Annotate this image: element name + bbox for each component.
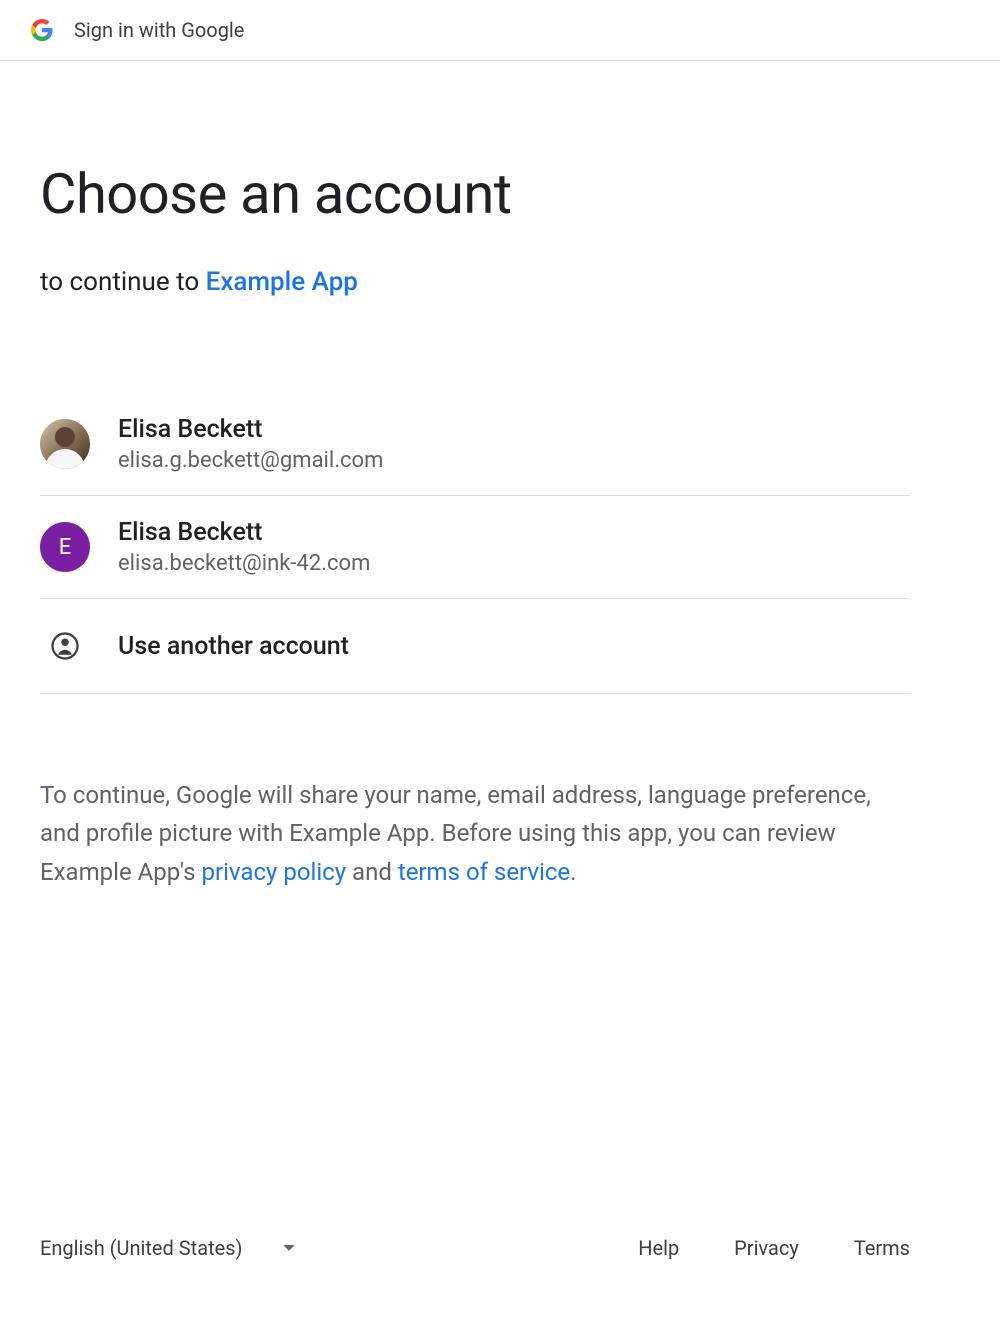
- person-circle-icon: [50, 631, 80, 661]
- terms-link[interactable]: Terms: [854, 1236, 910, 1260]
- privacy-policy-link[interactable]: privacy policy: [202, 858, 347, 886]
- account-name: Elisa Beckett: [118, 518, 370, 547]
- use-another-account-row[interactable]: Use another account: [40, 599, 910, 694]
- disclosure-text: To continue, Google will share your name…: [40, 776, 910, 891]
- account-email: elisa.g.beckett@gmail.com: [118, 448, 383, 473]
- app-name-link[interactable]: Example App: [206, 267, 358, 297]
- footer-links: Help Privacy Terms: [638, 1236, 910, 1260]
- avatar-photo: [40, 419, 90, 469]
- page-subheading: to continue to Example App: [40, 267, 960, 297]
- google-logo-icon: [30, 18, 54, 42]
- header-bar: Sign in with Google: [0, 0, 1000, 61]
- account-row-1[interactable]: E Elisa Beckett elisa.beckett@ink-42.com: [40, 496, 910, 599]
- language-label: English (United States): [40, 1236, 243, 1260]
- terms-of-service-link[interactable]: terms of service: [398, 858, 570, 886]
- dropdown-icon: [283, 1244, 295, 1252]
- account-email: elisa.beckett@ink-42.com: [118, 551, 370, 576]
- main-content: Choose an account to continue to Example…: [0, 61, 1000, 931]
- account-list: Elisa Beckett elisa.g.beckett@gmail.com …: [40, 393, 910, 694]
- footer: English (United States) Help Privacy Ter…: [40, 1236, 910, 1260]
- account-info: Elisa Beckett elisa.g.beckett@gmail.com: [118, 415, 383, 473]
- header-title: Sign in with Google: [74, 18, 244, 42]
- privacy-link[interactable]: Privacy: [734, 1236, 799, 1260]
- person-icon-wrapper: [40, 631, 90, 661]
- disclosure-part3: .: [570, 858, 576, 886]
- avatar-letter: E: [40, 522, 90, 572]
- account-row-0[interactable]: Elisa Beckett elisa.g.beckett@gmail.com: [40, 393, 910, 496]
- disclosure-part2: and: [346, 858, 398, 886]
- account-name: Elisa Beckett: [118, 415, 383, 444]
- help-link[interactable]: Help: [638, 1236, 679, 1260]
- account-info: Elisa Beckett elisa.beckett@ink-42.com: [118, 518, 370, 576]
- language-selector[interactable]: English (United States): [40, 1236, 295, 1260]
- page-heading: Choose an account: [40, 161, 960, 227]
- continue-prefix: to continue to: [40, 267, 206, 297]
- use-another-account-label: Use another account: [118, 632, 349, 661]
